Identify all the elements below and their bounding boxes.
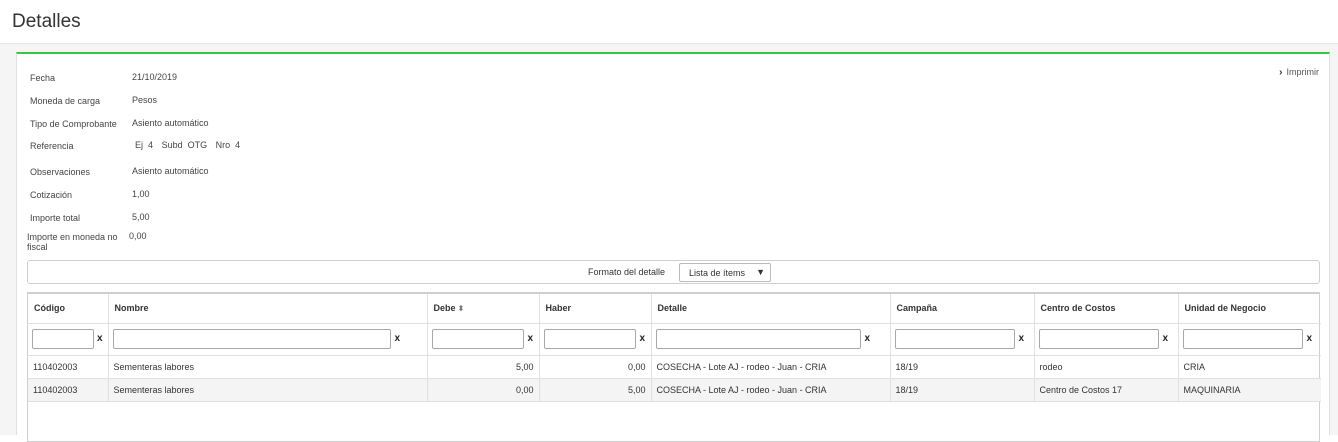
cell-unidad: MAQUINARIA [1178, 378, 1321, 402]
ref-subd-value: OTG [187, 140, 208, 150]
cotizacion-label: Cotización [30, 190, 73, 200]
page-title: Detalles [12, 11, 81, 32]
cell-detalle: COSECHA - Lote AJ - rodeo - Juan - CRIA [651, 355, 891, 379]
col-header-haber[interactable]: Haber [539, 294, 652, 324]
filter-row: x x x x x x x x [28, 323, 1321, 356]
print-label: Imprimir [1286, 67, 1320, 77]
tipo-comprobante-label: Tipo de Comprobante [30, 119, 117, 129]
observaciones-value: Asiento automático [132, 166, 209, 176]
cell-campana: 18/19 [890, 355, 1035, 379]
filter-centro-input[interactable] [1038, 329, 1159, 349]
moneda-value: Pesos [132, 95, 158, 105]
table-row[interactable]: 110402003 Sementeras labores 5,00 0,00 C… [28, 355, 1321, 379]
page-header: Detalles [0, 0, 1338, 44]
col-header-detalle[interactable]: Detalle [651, 294, 891, 324]
content-area: › Imprimir Fecha 21/10/2019 Moneda de car… [0, 44, 1338, 442]
col-header-codigo[interactable]: Código [28, 294, 109, 324]
table-row[interactable]: 110402003 Sementeras labores 0,00 5,00 C… [28, 378, 1321, 402]
filter-debe-input[interactable] [431, 329, 524, 349]
col-header-unidad[interactable]: Unidad de Negocio [1178, 294, 1321, 324]
filter-codigo-input[interactable] [32, 329, 94, 349]
fecha-value: 21/10/2019 [132, 72, 178, 82]
tipo-comprobante-value: Asiento automático [132, 118, 209, 128]
cell-detalle: COSECHA - Lote AJ - rodeo - Juan - CRIA [651, 378, 891, 402]
cell-centro: rodeo [1034, 355, 1179, 379]
filter-haber-input[interactable] [543, 329, 636, 349]
cell-haber: 0,00 [539, 355, 652, 379]
moneda-label: Moneda de carga [30, 96, 101, 106]
cell-debe: 0,00 [427, 378, 540, 402]
filter-unidad-input[interactable] [1182, 329, 1303, 349]
format-label: Formato del detalle [588, 267, 666, 277]
ref-subd-label: Subd [161, 140, 183, 150]
details-panel: › Imprimir Fecha 21/10/2019 Moneda de car… [16, 52, 1330, 442]
dropdown-arrow-icon: ▼ [756, 267, 765, 277]
importe-total-value: 5,00 [132, 212, 150, 222]
clear-filter-codigo[interactable]: x [97, 333, 103, 344]
cell-codigo: 110402003 [28, 378, 109, 402]
referencia-label: Referencia [30, 141, 74, 151]
col-header-centro[interactable]: Centro de Costos [1034, 294, 1179, 324]
cotizacion-value: 1,00 [132, 189, 150, 199]
filter-detalle-input[interactable] [655, 329, 861, 349]
clear-filter-haber[interactable]: x [640, 333, 646, 344]
cell-haber: 5,00 [539, 378, 652, 402]
format-selected-value: Lista de ítems [689, 268, 746, 278]
importe-total-label: Importe total [30, 213, 81, 223]
clear-filter-nombre[interactable]: x [395, 333, 401, 344]
cell-campana: 18/19 [890, 378, 1035, 402]
cell-centro: Centro de Costos 17 [1034, 378, 1179, 402]
importe-no-fiscal-label: Importe en moneda no fiscal [27, 232, 118, 252]
col-header-campana[interactable]: Campaña [890, 294, 1035, 324]
cell-debe: 5,00 [427, 355, 540, 379]
fecha-label: Fecha [30, 73, 56, 83]
clear-filter-debe[interactable]: x [528, 333, 534, 344]
col-header-nombre[interactable]: Nombre [108, 294, 428, 324]
importe-no-fiscal-value: 0,00 [129, 231, 147, 241]
referencia-value: Ej 4 Subd OTG Nro 4 [135, 140, 246, 150]
cell-codigo: 110402003 [28, 355, 109, 379]
filter-nombre-input[interactable] [112, 329, 391, 349]
observaciones-label: Observaciones [30, 167, 91, 177]
ref-ej-value: 4 [148, 140, 154, 150]
cell-nombre: Sementeras labores [108, 355, 428, 379]
ref-nro-label: Nro [215, 140, 231, 150]
clear-filter-detalle[interactable]: x [865, 333, 871, 344]
sort-icon[interactable]: ⬍ [458, 304, 465, 313]
items-table: Código Nombre Debe ⬍ Haber Detalle Campañ… [28, 294, 1321, 402]
cell-unidad: CRIA [1178, 355, 1321, 379]
clear-filter-unidad[interactable]: x [1307, 333, 1313, 344]
filter-campana-input[interactable] [894, 329, 1015, 349]
chevron-right-icon: › [1279, 67, 1283, 78]
ref-nro-value: 4 [235, 140, 241, 150]
col-header-debe[interactable]: Debe ⬍ [427, 294, 540, 324]
clear-filter-centro[interactable]: x [1163, 333, 1169, 344]
print-link[interactable]: › Imprimir [1279, 67, 1319, 78]
clear-filter-campana[interactable]: x [1019, 333, 1025, 344]
ref-ej-label: Ej [135, 140, 144, 150]
cell-nombre: Sementeras labores [108, 378, 428, 402]
format-bar: Formato del detalle Lista de ítems ▼ [27, 260, 1320, 284]
format-select[interactable]: Lista de ítems ▼ [679, 263, 771, 282]
header-row: Código Nombre Debe ⬍ Haber Detalle Campañ… [28, 294, 1321, 324]
items-grid: Código Nombre Debe ⬍ Haber Detalle Campañ… [27, 292, 1321, 442]
